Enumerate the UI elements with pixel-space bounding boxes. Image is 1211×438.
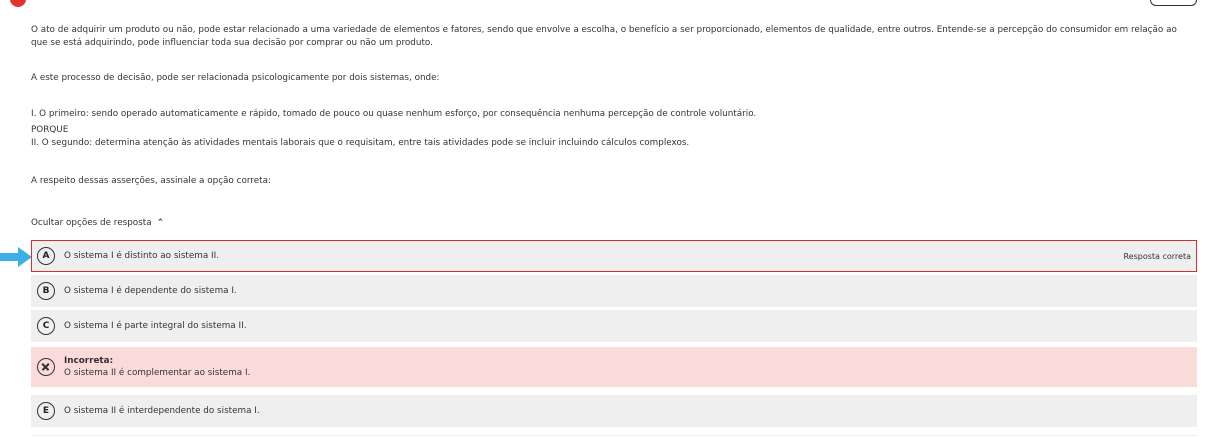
top-action-button[interactable]: [1150, 0, 1197, 6]
question-paragraph-1: O ato de adquirir um produto ou não, pod…: [31, 25, 1177, 48]
option-text-e: O sistema II é interdependente do sistem…: [64, 406, 260, 416]
option-text-a: O sistema I é distinto ao sistema II.: [64, 251, 220, 261]
question-paragraph-2: A este processo de decisão, pode ser rel…: [31, 73, 440, 83]
assertion-1: I. O primeiro: sendo operado automaticam…: [31, 109, 757, 119]
answer-option-b[interactable]: B O sistema I é dependente do sistema I.: [31, 275, 1197, 307]
option-letter-b: B: [37, 282, 55, 300]
option-letter-c: C: [37, 317, 55, 335]
question-instruction: A respeito dessas asserções, assinale a …: [31, 176, 271, 186]
answer-option-c[interactable]: C O sistema I é parte integral do sistem…: [31, 310, 1197, 342]
option-letter-a: A: [37, 247, 55, 265]
option-text-d-wrapper: Incorreta: O sistema II é complementar a…: [64, 355, 250, 379]
toggle-answer-options[interactable]: Ocultar opções de resposta ⌃: [31, 218, 164, 228]
pointer-arrow-icon: [0, 247, 32, 267]
correct-answer-tag: Resposta correta: [1123, 251, 1191, 261]
toggle-label: Ocultar opções de resposta: [31, 218, 152, 228]
top-status-badge: [10, 0, 26, 7]
answer-option-a[interactable]: A O sistema I é distinto ao sistema II. …: [31, 240, 1197, 272]
incorrect-label: Incorreta:: [64, 356, 114, 366]
option-letter-e: E: [37, 402, 55, 420]
answer-option-e[interactable]: E O sistema II é interdependente do sist…: [31, 395, 1197, 427]
x-circle-icon: [37, 358, 55, 376]
assertion-connector: PORQUE: [31, 125, 69, 135]
option-text-c: O sistema I é parte integral do sistema …: [64, 321, 247, 331]
assertion-2: II. O segundo: determina atenção às ativ…: [31, 138, 690, 148]
option-text-b: O sistema I é dependente do sistema I.: [64, 286, 237, 296]
option-text-d: O sistema II é complementar ao sistema I…: [64, 368, 251, 378]
chevron-up-icon: ⌃: [156, 218, 165, 228]
answer-option-d[interactable]: Incorreta: O sistema II é complementar a…: [31, 347, 1197, 387]
divider: [31, 435, 1197, 436]
